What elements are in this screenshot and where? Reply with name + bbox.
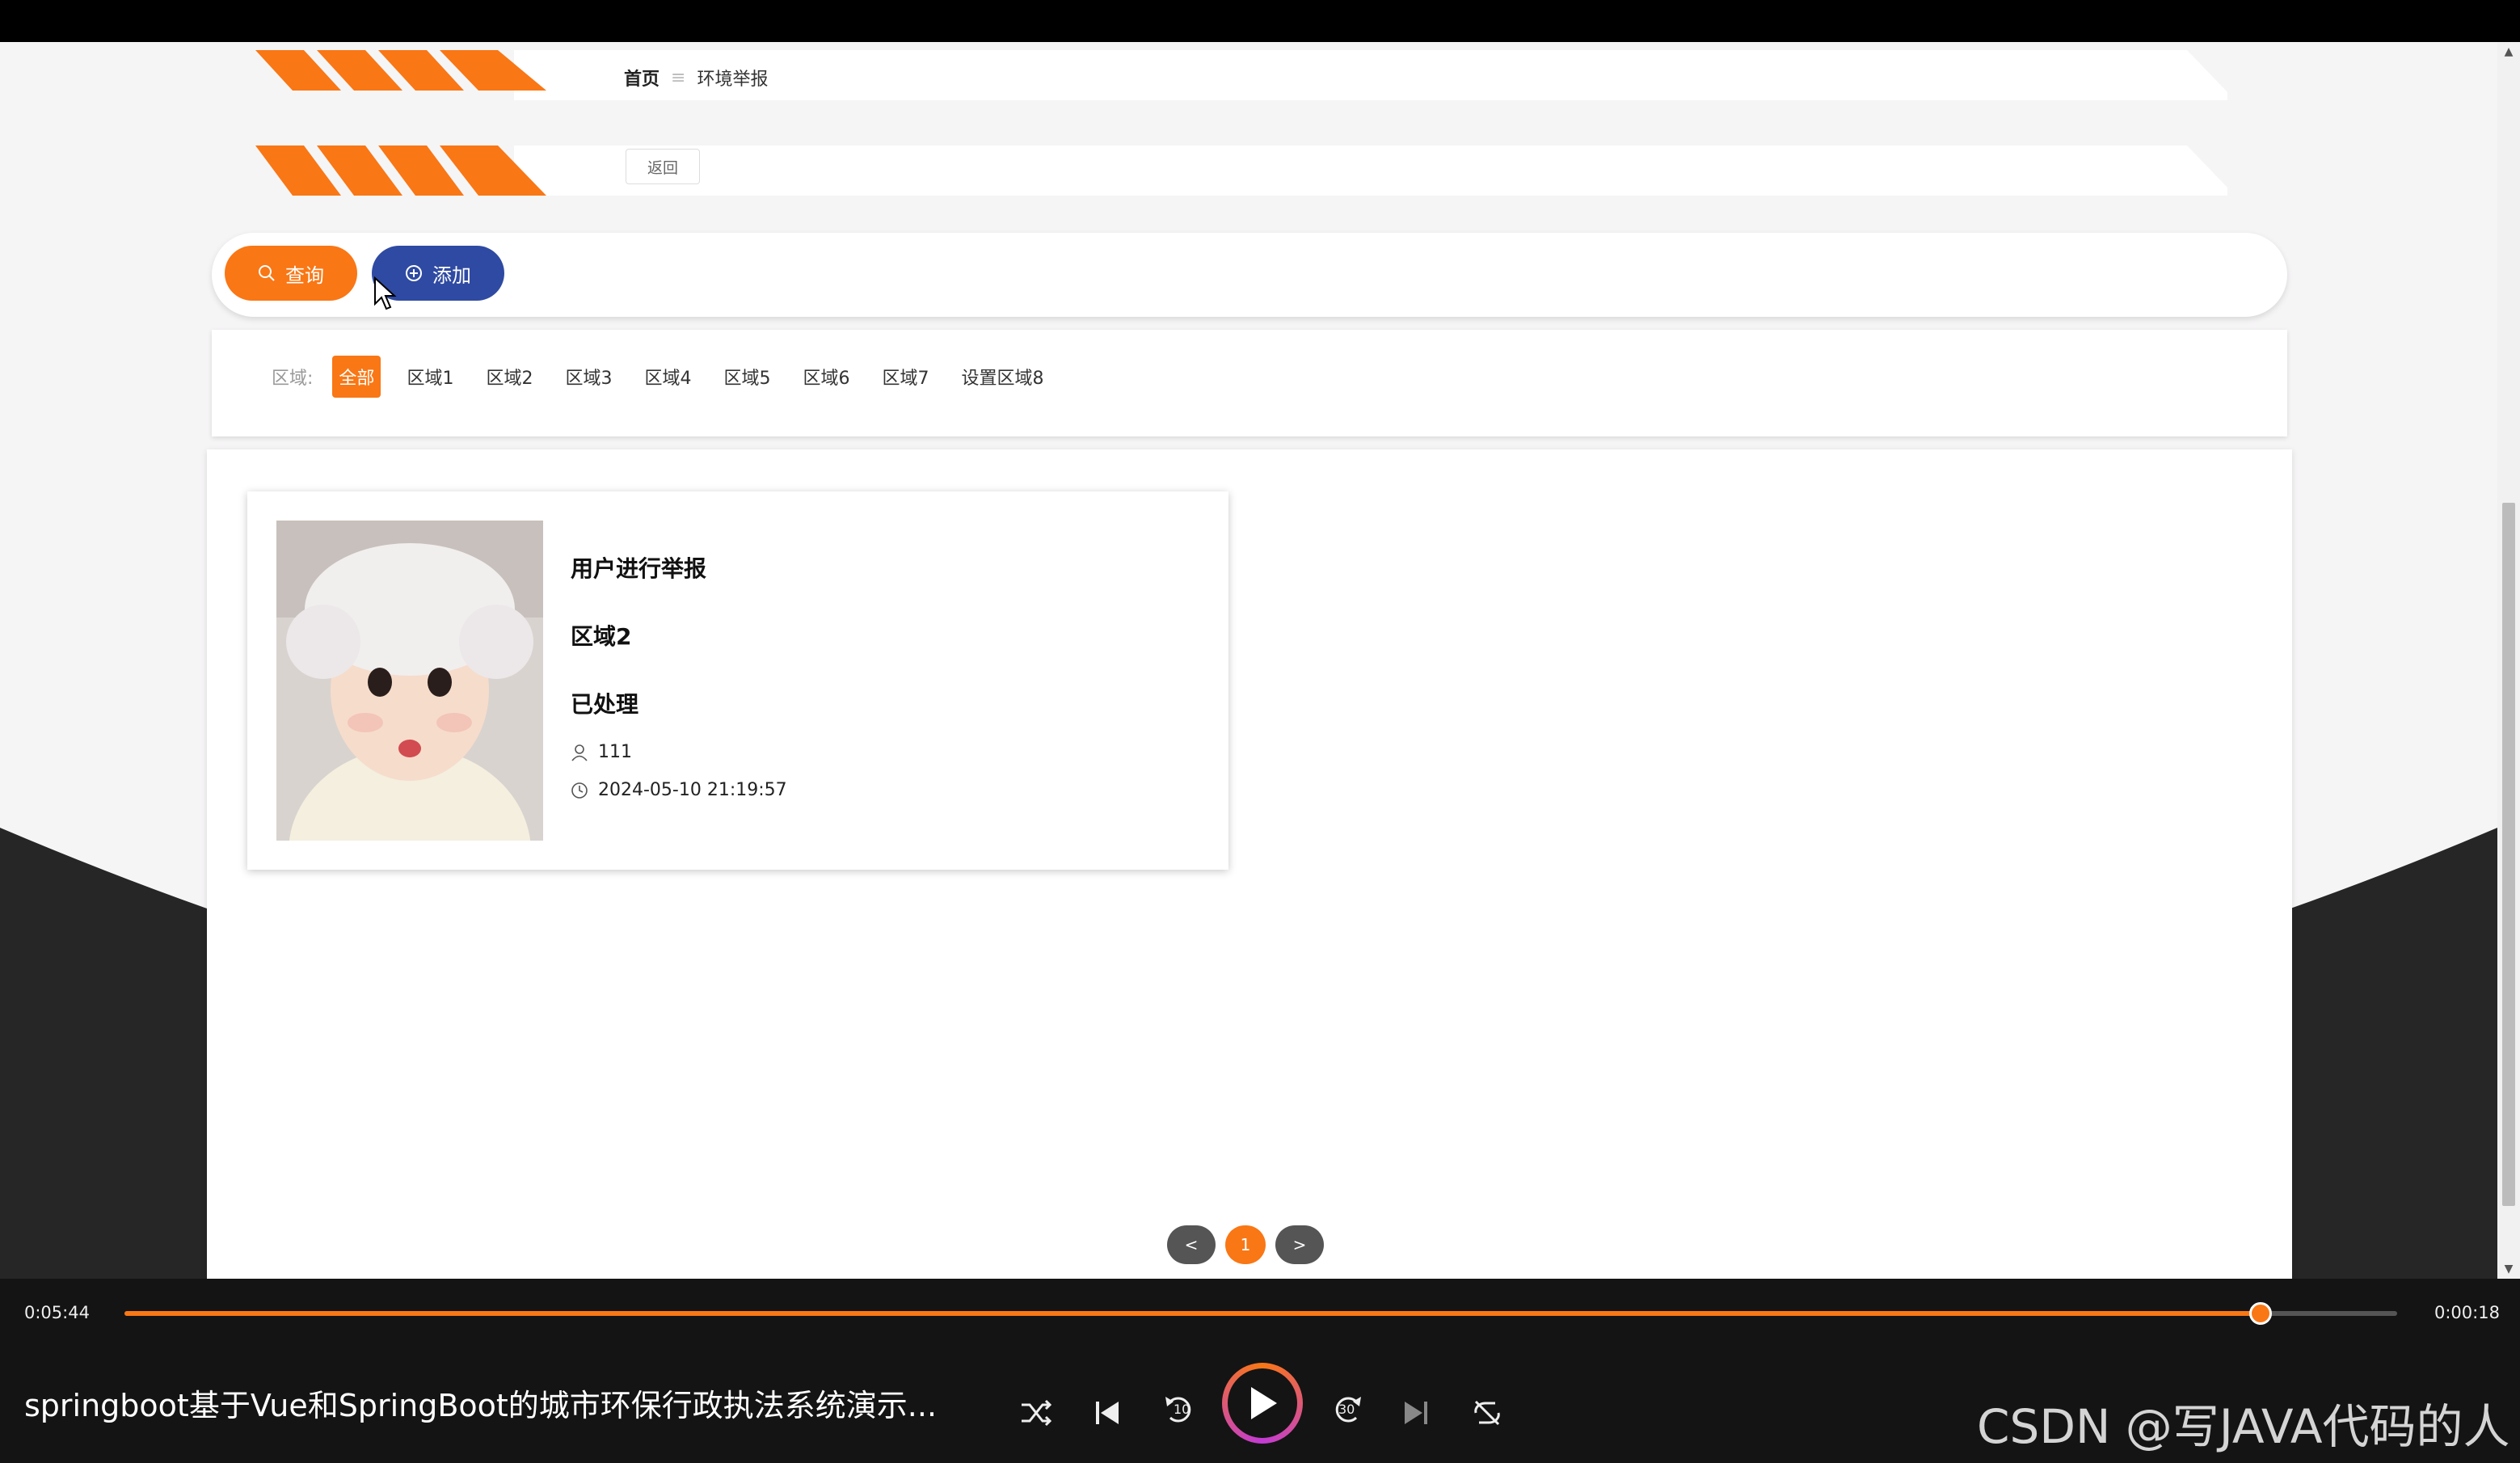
mouse-cursor-icon <box>374 276 397 310</box>
back-button[interactable]: 返回 <box>626 149 700 184</box>
page-scrollbar[interactable]: ▲ ▼ <box>2497 42 2520 1279</box>
filter-option-region1[interactable]: 区域1 <box>400 356 460 398</box>
child-photo-illustration <box>276 521 543 841</box>
play-button-inner <box>1228 1368 1297 1438</box>
scroll-down-arrow-icon[interactable]: ▼ <box>2504 1263 2514 1275</box>
add-label: 添加 <box>432 264 471 287</box>
clock-icon <box>571 782 588 799</box>
report-user: 111 <box>571 742 787 762</box>
filter-option-region7[interactable]: 区域7 <box>875 356 935 398</box>
filter-option-all[interactable]: 全部 <box>332 356 381 398</box>
breadcrumb-current: 环境举报 <box>697 70 769 90</box>
forward-30-button[interactable]: 30 <box>1330 1390 1363 1429</box>
report-time: 2024-05-10 21:19:57 <box>571 780 787 800</box>
action-bar: 查询 添加 <box>212 233 2287 317</box>
web-page: 首页 ≡ 环境举报 返回 查询 添加 区域: 全部 区域1 区域2 区域3 区域… <box>0 42 2497 1279</box>
remaining-time: 0:00:18 <box>2434 1303 2500 1322</box>
scroll-up-arrow-icon[interactable]: ▲ <box>2504 46 2514 57</box>
repeat-off-icon[interactable] <box>1471 1398 1503 1427</box>
report-user-value: 111 <box>598 742 632 762</box>
report-info: 用户进行举报 区域2 已处理 111 2024-05-10 21:19:57 <box>571 551 787 831</box>
breadcrumb-bar: 首页 ≡ 环境举报 <box>255 50 2227 100</box>
filter-label: 区域: <box>272 369 314 389</box>
forward-seconds: 30 <box>1338 1402 1355 1417</box>
play-icon <box>1251 1387 1277 1419</box>
previous-track-icon[interactable] <box>1094 1398 1120 1427</box>
filter-option-region3[interactable]: 区域3 <box>558 356 618 398</box>
breadcrumb: 首页 ≡ 环境举报 <box>624 65 768 91</box>
back-bar: 返回 <box>255 145 2227 196</box>
stripe-decoration <box>255 50 2227 100</box>
progress-track[interactable] <box>124 1302 2397 1325</box>
report-time-value: 2024-05-10 21:19:57 <box>598 780 787 800</box>
elapsed-time: 0:05:44 <box>24 1303 90 1322</box>
report-status: 已处理 <box>571 691 639 718</box>
filter-option-region2[interactable]: 区域2 <box>479 356 539 398</box>
next-page-button[interactable]: > <box>1275 1225 1324 1264</box>
video-player-bar: 0:05:44 0:00:18 springboot基于Vue和SpringBo… <box>0 1279 2520 1463</box>
rewind-seconds: 10 <box>1174 1402 1190 1417</box>
progress-fill <box>124 1311 2261 1316</box>
report-card[interactable]: 用户进行举报 区域2 已处理 111 2024-05-10 21:19:57 <box>247 491 1228 870</box>
region-filter: 区域: 全部 区域1 区域2 区域3 区域4 区域5 区域6 区域7 设置区域8 <box>272 356 1050 398</box>
report-list-panel: 用户进行举报 区域2 已处理 111 2024-05-10 21:19:57 <box>207 449 2292 1279</box>
filter-option-region4[interactable]: 区域4 <box>638 356 697 398</box>
pagination: < 1 > <box>1167 1225 1324 1264</box>
breadcrumb-home[interactable]: 首页 <box>624 65 659 91</box>
plus-circle-icon <box>406 265 422 281</box>
prev-page-button[interactable]: < <box>1167 1225 1216 1264</box>
search-icon <box>259 265 275 281</box>
csdn-watermark: CSDN @写JAVA代码的人 <box>1977 1399 2510 1454</box>
report-photo[interactable] <box>276 521 543 841</box>
filter-option-region6[interactable]: 区域6 <box>796 356 856 398</box>
progress-knob[interactable] <box>2249 1302 2273 1325</box>
play-button[interactable] <box>1222 1363 1303 1444</box>
shuffle-icon[interactable] <box>1020 1398 1052 1427</box>
filter-panel: 区域: 全部 区域1 区域2 区域3 区域4 区域5 区域6 区域7 设置区域8 <box>212 330 2287 436</box>
scrollbar-thumb[interactable] <box>2502 503 2515 1206</box>
filter-option-region8[interactable]: 设置区域8 <box>954 356 1050 398</box>
breadcrumb-separator: ≡ <box>671 67 686 88</box>
query-label: 查询 <box>285 264 324 287</box>
user-icon <box>571 744 588 761</box>
query-button[interactable]: 查询 <box>225 246 357 301</box>
video-title: springboot基于Vue和SpringBoot的城市环保行政执法系统演示.… <box>24 1388 938 1423</box>
top-black-bar <box>0 0 2520 42</box>
rewind-10-button[interactable]: 10 <box>1164 1390 1196 1429</box>
report-title: 用户进行举报 <box>571 555 707 582</box>
stripe-decoration <box>255 145 2227 196</box>
filter-option-region5[interactable]: 区域5 <box>717 356 777 398</box>
page-1-button[interactable]: 1 <box>1225 1225 1266 1264</box>
next-track-icon[interactable] <box>1403 1398 1429 1427</box>
report-area: 区域2 <box>571 623 632 650</box>
